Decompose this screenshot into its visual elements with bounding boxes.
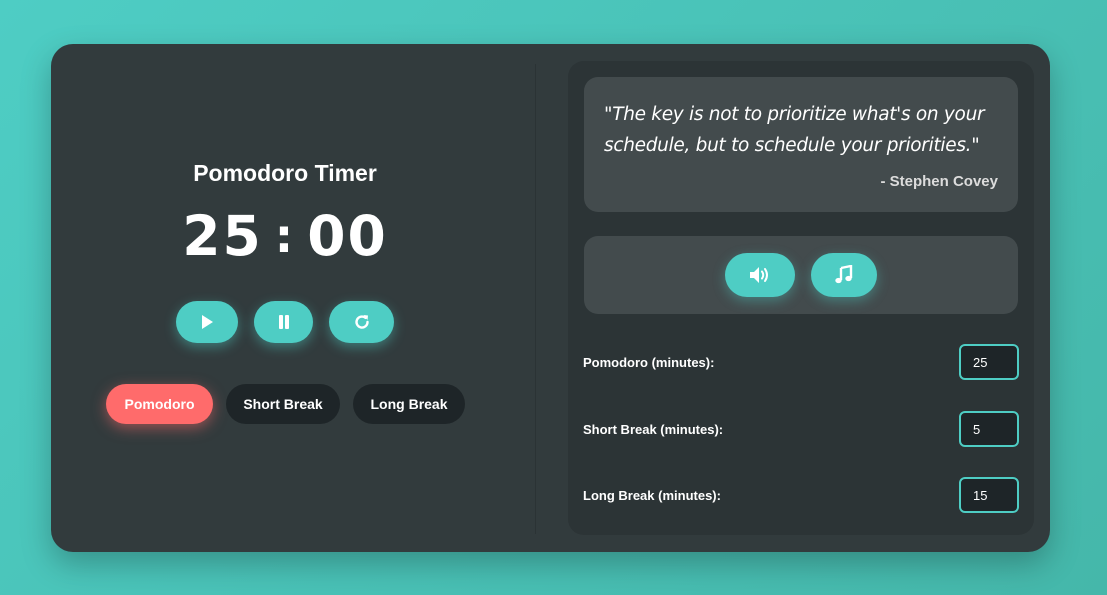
long-break-minutes-label: Long Break (minutes): xyxy=(583,488,721,503)
setting-short-break: Short Break (minutes): xyxy=(583,411,1019,449)
quote-author: - Stephen Covey xyxy=(880,173,998,190)
timer-display: 25 : 00 xyxy=(51,204,519,268)
setting-long-break: Long Break (minutes): xyxy=(583,477,1019,515)
short-break-minutes-input[interactable] xyxy=(959,411,1019,447)
music-icon xyxy=(834,265,854,285)
timer-minutes: 25 xyxy=(182,204,263,268)
timer-title: Pomodoro Timer xyxy=(193,160,377,186)
quote-box: "The key is not to prioritize what's on … xyxy=(584,77,1018,212)
volume-button[interactable] xyxy=(725,253,795,297)
panel-divider xyxy=(535,64,536,534)
right-panel: "The key is not to prioritize what's on … xyxy=(568,61,1034,535)
quote-text: "The key is not to prioritize what's on … xyxy=(604,104,985,156)
pomodoro-minutes-input[interactable] xyxy=(959,344,1019,380)
mode-selector: Pomodoro Short Break Long Break xyxy=(51,384,519,424)
short-break-minutes-label: Short Break (minutes): xyxy=(583,422,724,437)
mode-pomodoro-button[interactable]: Pomodoro xyxy=(106,384,213,424)
play-icon xyxy=(199,314,215,330)
long-break-minutes-input[interactable] xyxy=(959,477,1019,513)
pause-icon xyxy=(277,314,291,330)
reset-button[interactable] xyxy=(329,301,394,343)
music-button[interactable] xyxy=(811,253,877,297)
sound-controls xyxy=(584,236,1018,314)
volume-icon xyxy=(748,265,772,285)
timer-controls xyxy=(51,301,519,343)
timer-card: Pomodoro Timer 25 : 00 Pomodoro Short Br… xyxy=(51,44,1050,552)
setting-pomodoro: Pomodoro (minutes): xyxy=(583,344,1019,382)
timer-seconds: 00 xyxy=(307,204,388,268)
timer-separator: : xyxy=(274,209,296,263)
pause-button[interactable] xyxy=(254,301,313,343)
mode-long-break-button[interactable]: Long Break xyxy=(353,384,465,424)
reset-icon xyxy=(353,313,371,331)
start-button[interactable] xyxy=(176,301,238,343)
mode-short-break-button[interactable]: Short Break xyxy=(226,384,340,424)
pomodoro-minutes-label: Pomodoro (minutes): xyxy=(583,355,715,370)
